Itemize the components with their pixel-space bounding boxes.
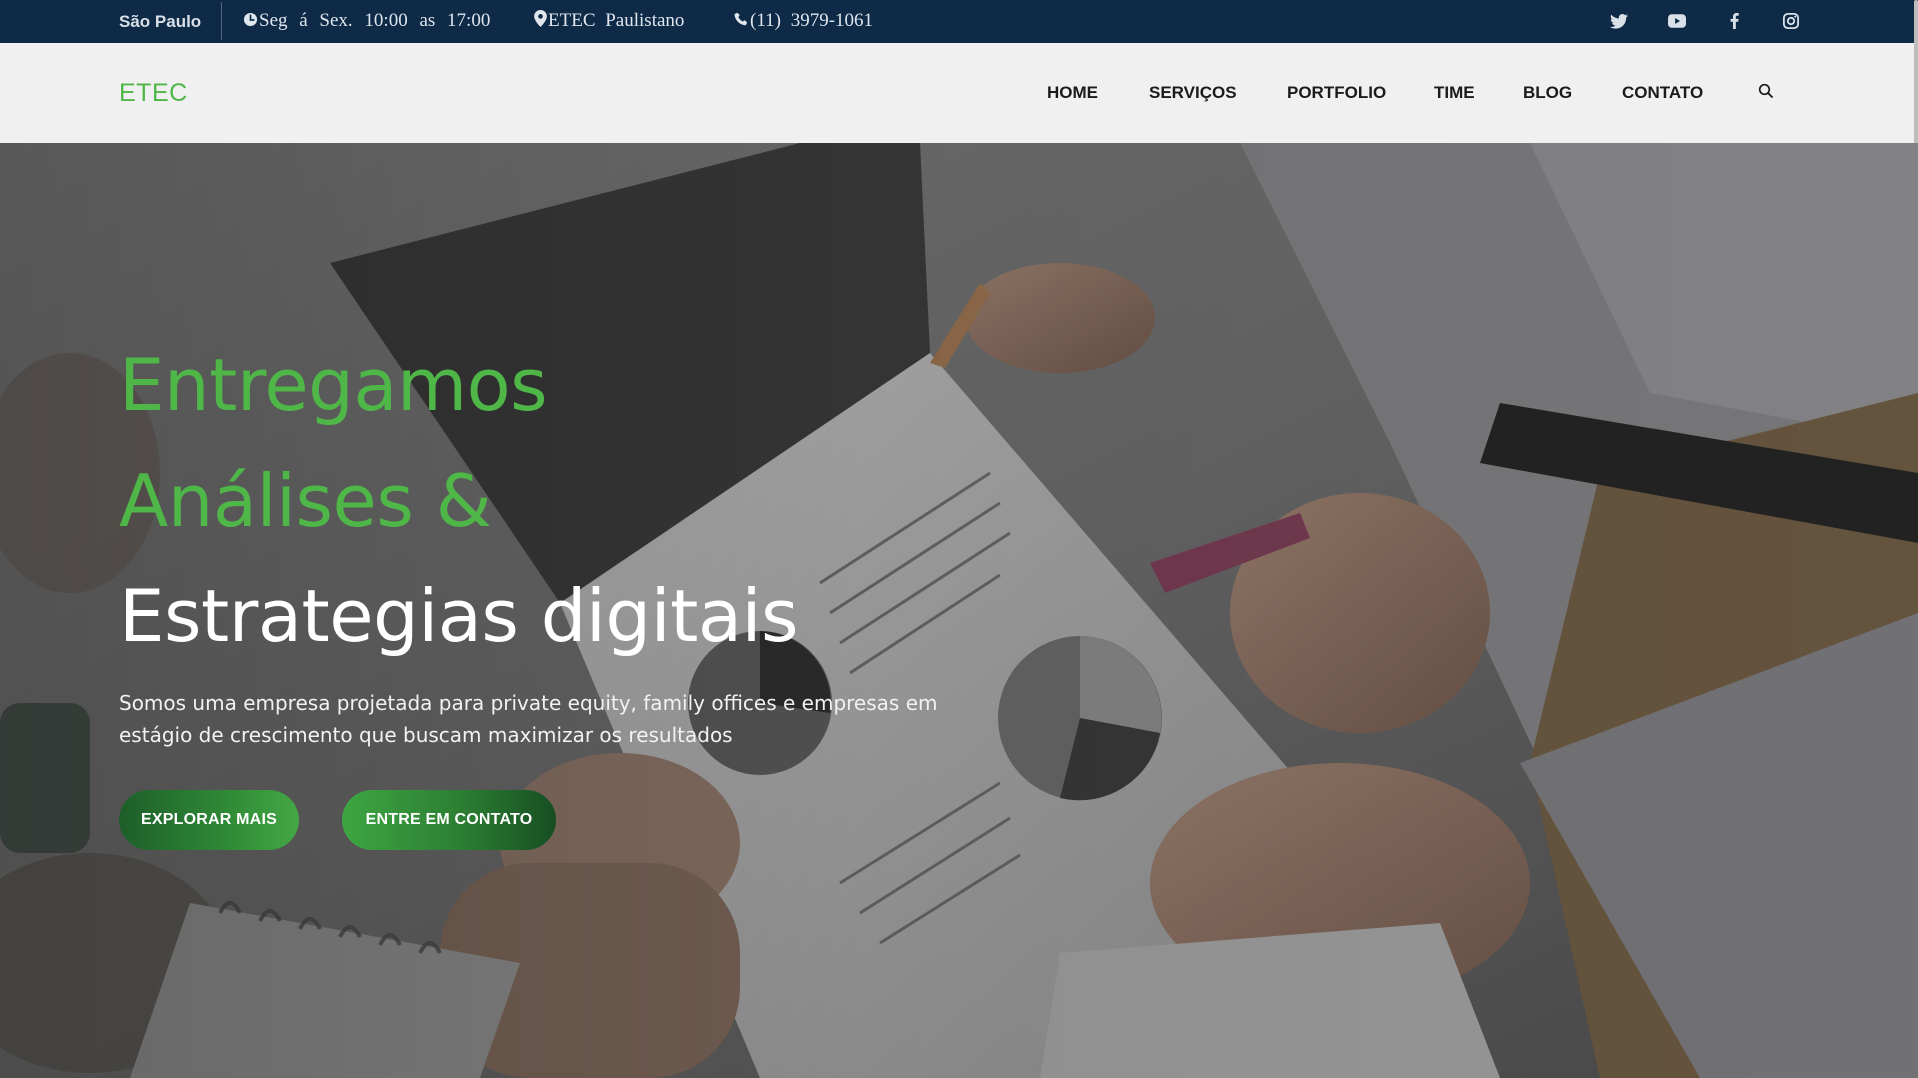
hero-headline-line3: Estrategias digitais: [119, 574, 799, 658]
hero-headline-line1: Entregamos: [119, 343, 548, 427]
facebook-icon[interactable]: [1723, 10, 1745, 32]
hero-headline-line2: Análises &: [119, 459, 492, 543]
nav-item-time[interactable]: TIME: [1434, 43, 1475, 143]
nav-item-blog[interactable]: BLOG: [1523, 43, 1572, 143]
opening-hours: Seg á Sex. 10:00 as 17:00: [243, 0, 490, 43]
nav-item-servicos[interactable]: SERVIÇOS: [1149, 43, 1237, 143]
phone-text: (11) 3979-1061: [750, 10, 874, 31]
explore-more-button[interactable]: EXPLORAR MAIS: [119, 790, 299, 850]
search-icon[interactable]: [1758, 83, 1778, 103]
nav-item-contato[interactable]: CONTATO: [1622, 43, 1703, 143]
topbar-divider: [221, 2, 222, 40]
twitter-icon[interactable]: [1608, 10, 1630, 32]
address-text: ETEC Paulistano: [548, 10, 685, 31]
map-pin-icon: [534, 10, 547, 27]
top-info-bar: São Paulo Seg á Sex. 10:00 as 17:00 ETEC…: [0, 0, 1918, 43]
phone-icon: [734, 12, 748, 26]
brand-logo[interactable]: ETEC: [119, 43, 188, 143]
address: ETEC Paulistano: [534, 0, 684, 43]
main-navbar: ETEC HOME SERVIÇOS PORTFOLIO TIME BLOG C…: [0, 43, 1918, 143]
hero-section: Entregamos Análises & Estrategias digita…: [0, 143, 1918, 1078]
nav-item-home[interactable]: HOME: [1047, 43, 1098, 143]
clock-icon: [243, 12, 258, 27]
hero-description: Somos uma empresa projetada para private…: [119, 691, 938, 747]
city-label: São Paulo: [119, 12, 202, 31]
instagram-icon[interactable]: [1780, 10, 1802, 32]
contact-button[interactable]: ENTRE EM CONTATO: [342, 790, 556, 850]
youtube-icon[interactable]: [1666, 10, 1688, 32]
nav-item-portfolio[interactable]: PORTFOLIO: [1287, 43, 1386, 143]
phone: (11) 3979-1061: [734, 0, 873, 43]
opening-hours-text: Seg á Sex. 10:00 as 17:00: [259, 10, 491, 31]
